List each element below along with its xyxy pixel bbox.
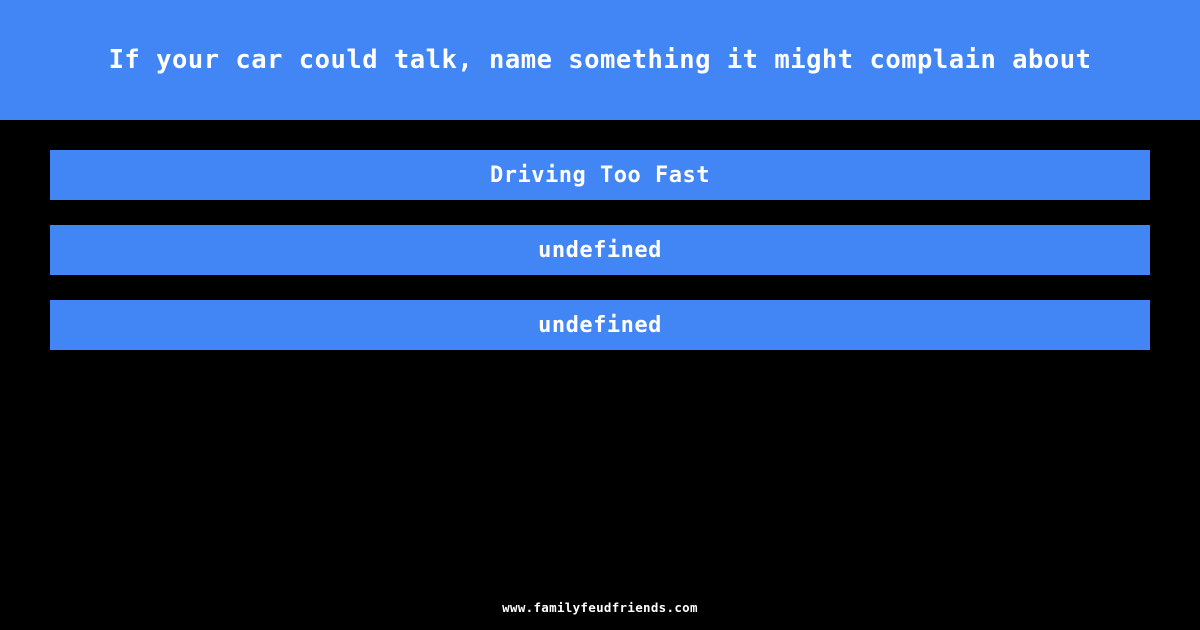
answer-text-2: undefined xyxy=(538,237,662,263)
answer-bar-2[interactable]: undefined xyxy=(50,225,1150,275)
answer-bar-3[interactable]: undefined xyxy=(50,300,1150,350)
question-text: If your car could talk, name something i… xyxy=(108,44,1092,75)
answer-bar-1[interactable]: Driving Too Fast xyxy=(50,150,1150,200)
answers-area: Driving Too Fast undefined undefined xyxy=(0,120,1200,630)
site-url-label: www.familyfeudfriends.com xyxy=(502,600,698,615)
footer: www.familyfeudfriends.com xyxy=(0,597,1200,616)
answer-text-1: Driving Too Fast xyxy=(490,162,710,188)
answer-list: Driving Too Fast undefined undefined xyxy=(0,150,1200,350)
family-feud-answer-card: If your car could talk, name something i… xyxy=(0,0,1200,630)
answer-text-3: undefined xyxy=(538,312,662,338)
question-banner: If your car could talk, name something i… xyxy=(0,0,1200,120)
